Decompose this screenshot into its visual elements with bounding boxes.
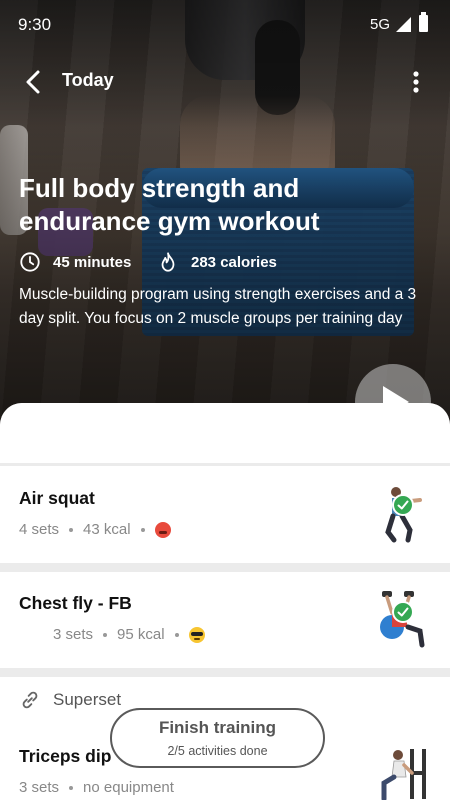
exercise-sets: 3 sets bbox=[53, 626, 94, 643]
status-bar: 9:30 5G bbox=[0, 0, 450, 50]
finish-training-label: Finish training bbox=[158, 718, 277, 737]
exercise-kcal: 43 kcal bbox=[83, 521, 131, 538]
exercise-sets: 4 sets bbox=[19, 521, 60, 538]
exercise-sets: 3 sets bbox=[19, 779, 60, 796]
exercise-equipment: no equipment bbox=[83, 779, 174, 796]
back-button[interactable] bbox=[18, 66, 50, 98]
workout-title: Full body strength and endurance gym wor… bbox=[19, 173, 320, 236]
battery-icon bbox=[419, 12, 428, 32]
activities-progress: 2/5 activities done bbox=[167, 744, 268, 758]
exercise-name: Air squat bbox=[19, 488, 95, 508]
completed-check-icon bbox=[392, 494, 414, 516]
sunglasses-face-icon bbox=[188, 626, 205, 643]
calories-label: 283 calories bbox=[191, 253, 277, 271]
more-vertical-icon bbox=[413, 71, 419, 93]
superset-label: Superset bbox=[53, 690, 122, 709]
calories-item: 283 calories bbox=[157, 249, 277, 275]
exercise-name: Triceps dip bbox=[19, 746, 112, 766]
superset-header: Superset bbox=[19, 687, 121, 713]
exercise-thumbnail bbox=[378, 587, 430, 649]
arrow-left-icon bbox=[26, 70, 40, 94]
exercise-thumbnail bbox=[378, 743, 430, 800]
network-label: 5G bbox=[370, 16, 391, 33]
status-time: 9:30 bbox=[18, 15, 52, 34]
workout-description: Muscle-building program using strength e… bbox=[19, 286, 417, 327]
more-options-button[interactable] bbox=[402, 68, 430, 96]
exercise-meta: 3 sets no equipment bbox=[19, 779, 174, 796]
exercise-meta: 3 sets 95 kcal bbox=[53, 626, 205, 643]
exercise-card[interactable]: Air squat 4 sets 43 kcal bbox=[0, 466, 450, 563]
exercise-kcal: 95 kcal bbox=[117, 626, 165, 643]
duration-label: 45 minutes bbox=[53, 253, 132, 271]
top-bar: Today bbox=[0, 62, 450, 102]
flame-icon bbox=[161, 252, 175, 272]
duration-item: 45 minutes bbox=[19, 249, 131, 275]
page-title: Today bbox=[62, 70, 114, 90]
link-icon bbox=[22, 691, 38, 709]
exercise-meta: 4 sets 43 kcal bbox=[19, 521, 171, 538]
triceps-dip-figure-icon bbox=[381, 749, 426, 800]
exercise-name: Chest fly - FB bbox=[19, 593, 132, 613]
finish-training-button[interactable]: Finish training 2/5 activities done bbox=[110, 708, 325, 768]
hot-face-icon bbox=[154, 521, 171, 538]
exercise-card[interactable]: Chest fly - FB 3 sets 95 kcal bbox=[0, 572, 450, 668]
completed-check-icon bbox=[392, 601, 414, 623]
clock-icon bbox=[20, 252, 40, 272]
exercise-thumbnail bbox=[380, 482, 432, 544]
signal-icon bbox=[396, 17, 411, 32]
